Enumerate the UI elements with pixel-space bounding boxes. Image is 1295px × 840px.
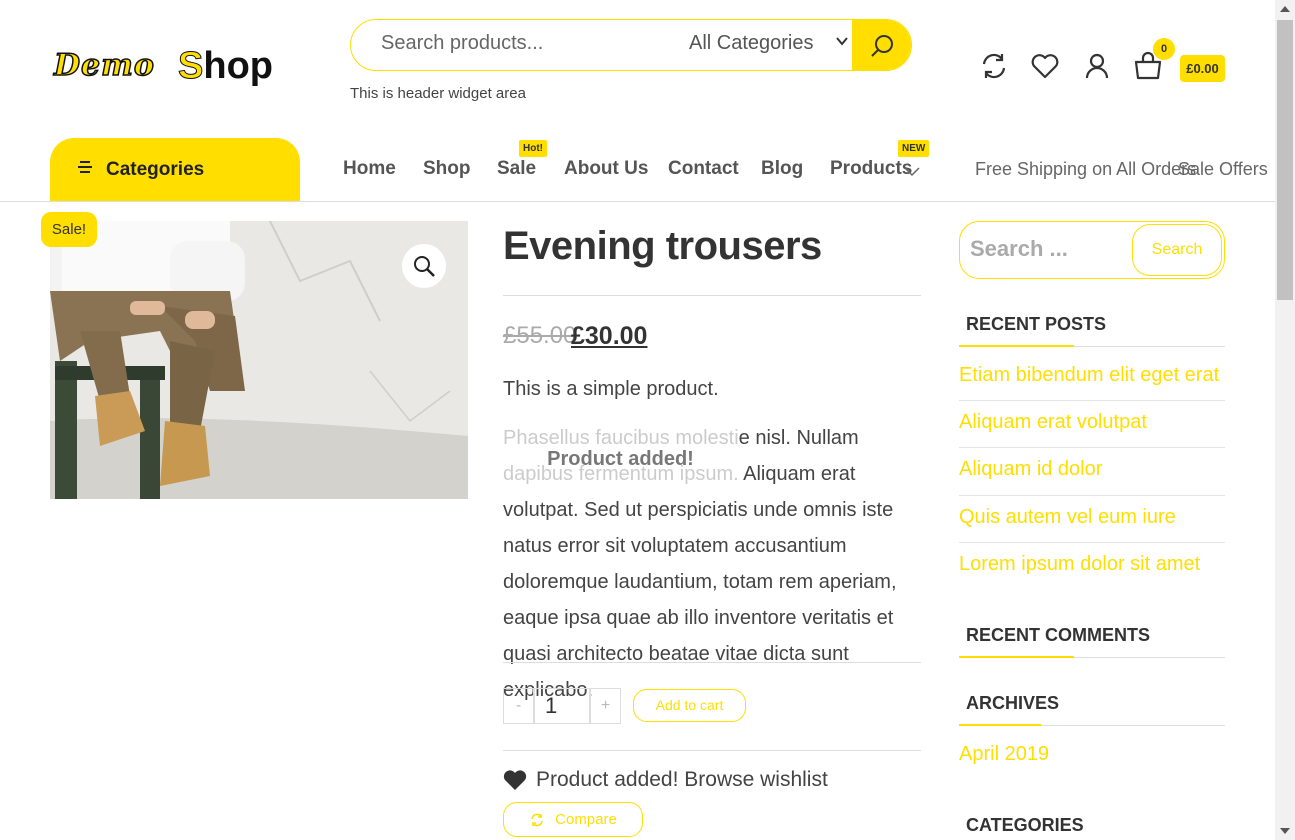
nav-blog[interactable]: Blog	[761, 158, 803, 180]
sale-price: £30.00	[571, 322, 648, 350]
product-search-input[interactable]: Search products...	[381, 32, 543, 55]
categories-title: CATEGORIES	[966, 815, 1084, 835]
divider	[959, 400, 1225, 401]
old-price: £55.00	[503, 322, 577, 349]
widget-underline	[959, 345, 1225, 347]
scroll-down-arrow[interactable]	[1280, 828, 1290, 834]
categories-menu-button[interactable]: Categories	[50, 138, 300, 201]
scrollbar-thumb[interactable]	[1277, 20, 1293, 300]
nav-contact[interactable]: Contact	[668, 158, 739, 180]
nav-shop[interactable]: Shop	[423, 158, 471, 180]
heart-icon	[503, 770, 527, 790]
divider	[503, 750, 921, 751]
product-added-toast: Product added!	[503, 420, 738, 498]
recent-posts-title: RECENT POSTS	[966, 314, 1107, 334]
site-logo[interactable]: Demo Shop	[52, 45, 297, 98]
qty-increase-button[interactable]: +	[590, 688, 621, 724]
chevron-down-icon[interactable]	[904, 164, 920, 182]
menu-icon	[78, 160, 92, 179]
quantity-input[interactable]: 1	[534, 688, 590, 724]
sidebar-search-input[interactable]: Search ...	[970, 236, 1068, 262]
divider	[503, 295, 921, 296]
nav-products[interactable]: Products	[830, 158, 912, 180]
recent-post-link[interactable]: Aliquam id dolor	[959, 458, 1102, 481]
qty-decrease-button[interactable]: -	[503, 688, 534, 724]
divider	[959, 495, 1225, 496]
compare-button[interactable]: Compare	[503, 802, 643, 837]
user-icon	[1085, 53, 1109, 79]
wishlist-status[interactable]: Product added! Browse wishlist	[503, 768, 828, 792]
wishlist-link[interactable]	[1029, 50, 1061, 82]
zoom-button[interactable]	[402, 244, 446, 288]
recent-comments-title: RECENT COMMENTS	[966, 625, 1150, 645]
logo-text-demo: Demo	[53, 47, 155, 84]
page-scrollbar[interactable]	[1275, 0, 1295, 840]
nav-about-us[interactable]: About Us	[564, 158, 648, 180]
nav-sale-offers[interactable]: Sale Offers	[1178, 159, 1268, 180]
divider	[959, 542, 1225, 543]
refresh-icon	[982, 53, 1006, 79]
archive-link[interactable]: April 2019	[959, 743, 1049, 766]
category-select[interactable]: All Categories	[689, 32, 814, 55]
chevron-down-icon	[836, 34, 848, 52]
nav-divider	[0, 201, 1275, 202]
widget-underline	[959, 656, 1225, 658]
nav-free-shipping[interactable]: Free Shipping on All Orders	[975, 159, 1196, 180]
search-button[interactable]	[852, 20, 911, 70]
heart-icon	[1031, 54, 1059, 79]
divider	[503, 662, 921, 663]
header-widget-text: This is header widget area	[350, 85, 526, 102]
nav-home[interactable]: Home	[343, 158, 396, 180]
short-description: This is a simple product.	[503, 378, 719, 400]
recent-post-link[interactable]: Lorem ipsum dolor sit amet	[959, 553, 1200, 576]
compare-link[interactable]	[978, 50, 1010, 82]
account-link[interactable]	[1081, 50, 1113, 82]
cart-total[interactable]: £0.00	[1180, 55, 1225, 82]
divider	[959, 447, 1225, 448]
logo-text-shop: Shop	[177, 45, 273, 88]
archives-title: ARCHIVES	[966, 693, 1060, 713]
refresh-icon	[531, 813, 543, 826]
compare-label: Compare	[555, 811, 617, 828]
add-to-cart-button[interactable]: Add to cart	[633, 689, 746, 722]
nav-sale-hot-tag: Hot!	[519, 140, 547, 157]
nav-products-new-tag: NEW	[898, 140, 930, 157]
nav-sale[interactable]: Sale	[497, 158, 536, 180]
sidebar-search-button[interactable]: Search	[1132, 224, 1222, 276]
sale-badge: Sale!	[41, 212, 97, 247]
recent-post-link[interactable]: Aliquam erat volutpat	[959, 411, 1147, 434]
recent-post-link[interactable]: Etiam bibendum elit eget erat	[959, 364, 1219, 387]
recent-post-link[interactable]: Quis autem vel eum iure	[959, 506, 1176, 529]
search-icon	[870, 35, 893, 57]
zoom-icon	[414, 256, 435, 277]
product-title: Evening trousers	[503, 224, 822, 268]
categories-label: Categories	[106, 159, 205, 180]
cart-count-badge: 0	[1153, 38, 1175, 60]
wishlist-text: Product added! Browse wishlist	[536, 768, 828, 791]
sidebar-search-form: Search ... Search	[959, 221, 1225, 279]
scroll-up-arrow[interactable]	[1280, 6, 1290, 12]
product-search-form: Search products... All Categories	[350, 19, 912, 71]
widget-underline	[959, 724, 1225, 726]
